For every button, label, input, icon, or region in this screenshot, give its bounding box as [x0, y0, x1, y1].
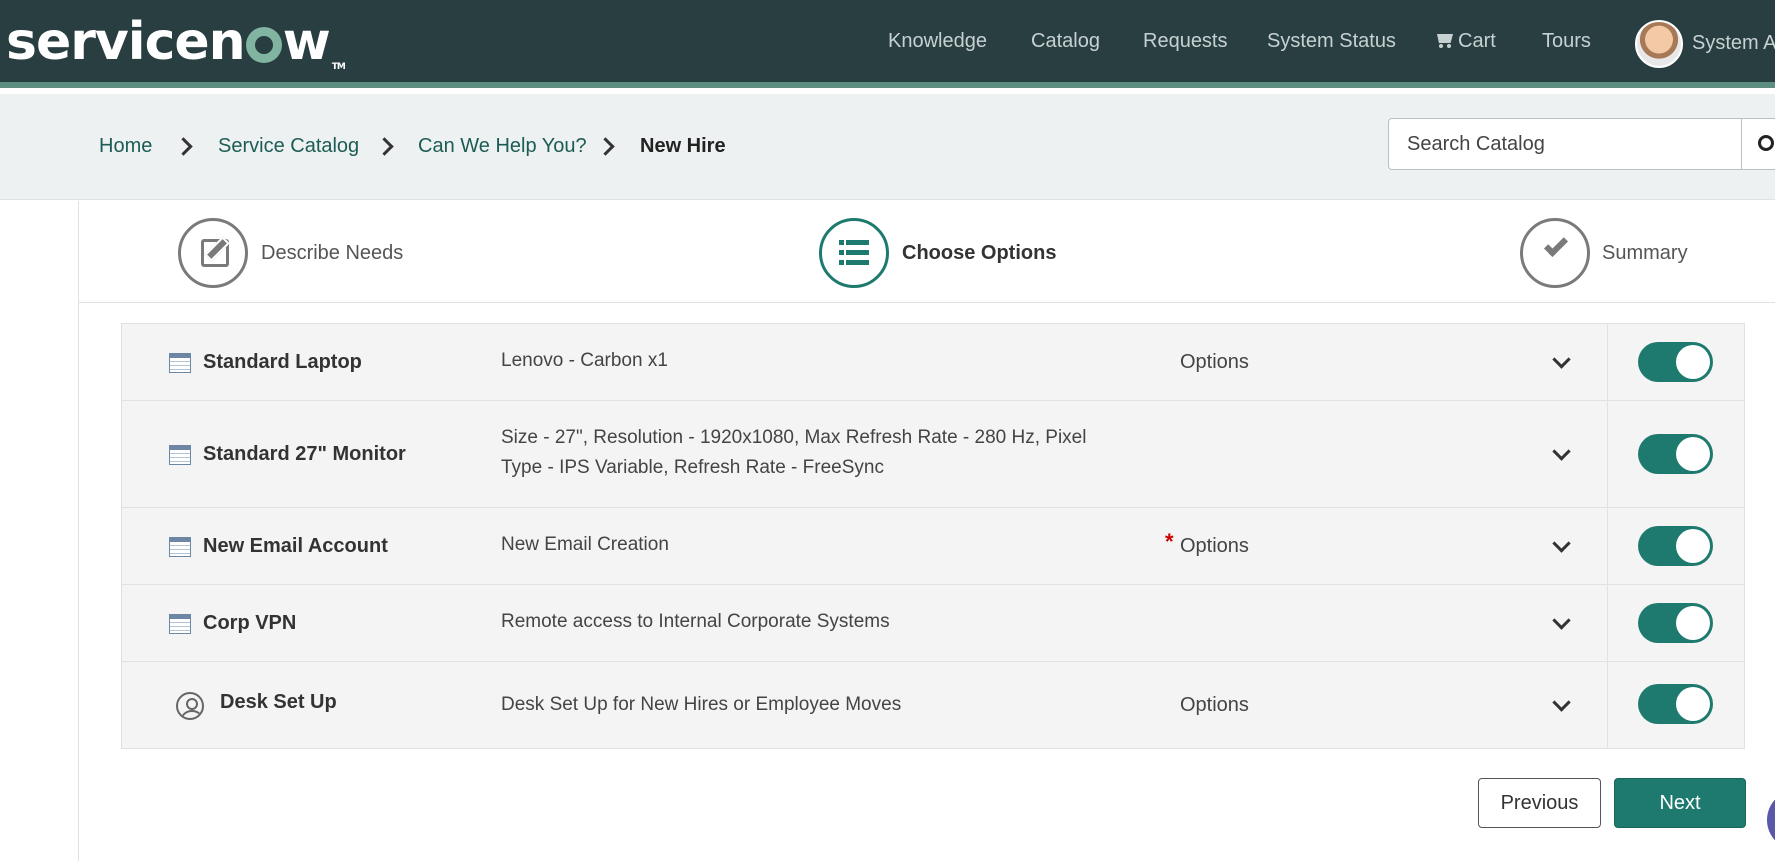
person-icon: [176, 692, 204, 720]
table-row: Standard Laptop Lenovo - Carbon x1 Optio…: [122, 324, 1744, 401]
cart-icon: [1435, 32, 1455, 48]
item-options-link[interactable]: * Options: [1165, 529, 1249, 558]
item-options-label: Options: [1180, 535, 1249, 557]
wizard-steps: Describe Needs Choose Options Summary: [78, 201, 1775, 303]
chevron-down-icon[interactable]: [1553, 700, 1569, 712]
search-icon: [1758, 135, 1774, 151]
catalog-item-icon: [169, 537, 191, 557]
toggle-cell: [1607, 585, 1744, 661]
user-name[interactable]: System Ad: [1692, 32, 1775, 55]
item-description: Lenovo - Carbon x1: [501, 350, 668, 371]
catalog-item-icon: [169, 445, 191, 465]
check-icon: [1543, 232, 1569, 258]
item-toggle[interactable]: [1638, 684, 1713, 724]
item-toggle[interactable]: [1638, 434, 1713, 474]
item-options-link[interactable]: Options: [1180, 351, 1249, 374]
chevron-right-icon: [177, 137, 189, 157]
table-row: Corp VPN Remote access to Internal Corpo…: [122, 585, 1744, 662]
nav-cart-label: Cart: [1458, 30, 1496, 52]
step-label-describe-needs[interactable]: Describe Needs: [261, 242, 403, 265]
toggle-cell: [1607, 324, 1744, 400]
nav-requests[interactable]: Requests: [1143, 30, 1228, 53]
catalog-item-icon: [169, 353, 191, 373]
chevron-down-icon[interactable]: [1553, 618, 1569, 630]
step-label-summary[interactable]: Summary: [1602, 242, 1688, 265]
item-name[interactable]: Corp VPN: [203, 612, 296, 635]
search-button[interactable]: [1741, 118, 1775, 170]
item-description: Desk Set Up for New Hires or Employee Mo…: [501, 694, 902, 715]
toggle-cell: [1607, 401, 1744, 507]
user-avatar[interactable]: [1635, 20, 1683, 68]
items-table: Standard Laptop Lenovo - Carbon x1 Optio…: [121, 323, 1745, 749]
item-toggle[interactable]: [1638, 342, 1713, 382]
step-choose-options[interactable]: [819, 218, 889, 288]
catalog-item-icon: [169, 614, 191, 634]
breadcrumb-home[interactable]: Home: [99, 135, 152, 158]
chevron-down-icon[interactable]: [1553, 357, 1569, 369]
nav-catalog[interactable]: Catalog: [1031, 30, 1100, 53]
previous-button[interactable]: Previous: [1478, 778, 1601, 828]
table-row: Desk Set Up Desk Set Up for New Hires or…: [122, 662, 1744, 748]
breadcrumb-current: New Hire: [640, 135, 726, 157]
next-button[interactable]: Next: [1614, 778, 1746, 828]
item-options-link[interactable]: Options: [1180, 694, 1249, 717]
nav-system-status[interactable]: System Status: [1267, 30, 1396, 53]
table-row: Standard 27" Monitor Size - 27", Resolut…: [122, 401, 1744, 508]
pencil-icon: [201, 239, 229, 267]
item-name[interactable]: Standard Laptop: [203, 351, 362, 374]
step-describe-needs[interactable]: [178, 218, 248, 288]
nav-tours[interactable]: Tours: [1542, 30, 1591, 53]
toggle-cell: [1607, 662, 1744, 748]
step-label-choose-options[interactable]: Choose Options: [902, 242, 1056, 265]
item-description: Remote access to Internal Corporate Syst…: [501, 611, 890, 632]
item-name[interactable]: Standard 27" Monitor: [203, 443, 406, 466]
required-marker: *: [1165, 529, 1174, 554]
toggle-cell: [1607, 508, 1744, 584]
breadcrumb-can-we-help-you[interactable]: Can We Help You?: [418, 135, 587, 158]
table-row: New Email Account New Email Creation * Op…: [122, 508, 1744, 585]
list-icon: [839, 240, 869, 266]
chevron-down-icon[interactable]: [1553, 541, 1569, 553]
chevron-right-icon: [599, 137, 611, 157]
main-nav: Knowledge Catalog Requests System Status…: [0, 30, 1775, 60]
chevron-right-icon: [378, 137, 390, 157]
item-name[interactable]: Desk Set Up: [220, 691, 337, 714]
nav-knowledge[interactable]: Knowledge: [888, 30, 987, 53]
item-description: New Email Creation: [501, 534, 669, 555]
breadcrumb-service-catalog[interactable]: Service Catalog: [218, 135, 359, 158]
item-toggle[interactable]: [1638, 603, 1713, 643]
step-summary[interactable]: [1520, 218, 1590, 288]
item-description: Size - 27", Resolution - 1920x1080, Max …: [501, 427, 1087, 478]
item-toggle[interactable]: [1638, 526, 1713, 566]
item-name[interactable]: New Email Account: [203, 535, 388, 558]
nav-cart[interactable]: Cart: [1435, 30, 1496, 53]
chevron-down-icon[interactable]: [1553, 449, 1569, 461]
search-catalog-input[interactable]: [1388, 118, 1743, 170]
